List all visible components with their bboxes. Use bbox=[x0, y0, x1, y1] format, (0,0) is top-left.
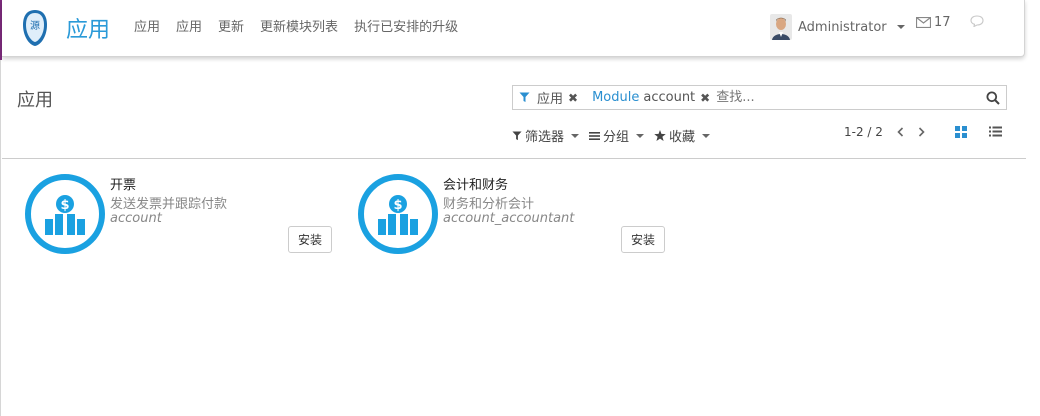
control-panel-divider bbox=[2, 158, 1026, 159]
search-facet-apps[interactable]: 应用 ✖ bbox=[513, 86, 582, 109]
facet-value: 应用 bbox=[537, 92, 564, 107]
svg-text:$: $ bbox=[393, 198, 402, 213]
remove-facet-icon[interactable]: ✖ bbox=[568, 91, 578, 105]
groupby-dropdown[interactable]: 分组 bbox=[589, 126, 645, 145]
favorites-dropdown[interactable]: 收藏 bbox=[654, 126, 711, 145]
menu-item-apply-scheduled-upgrades[interactable]: 执行已安排的升级 bbox=[354, 16, 458, 35]
top-navbar: 源 应用 应用 应用 更新 更新模块列表 执行已安排的升级 Administra… bbox=[2, 0, 1025, 57]
search-bar[interactable]: 应用 ✖ Module account ✖ bbox=[512, 85, 1007, 110]
star-icon bbox=[654, 130, 666, 141]
search-icon[interactable] bbox=[986, 91, 1000, 105]
svg-text:$: $ bbox=[60, 198, 69, 213]
filters-dropdown[interactable]: 筛选器 bbox=[512, 126, 580, 145]
install-button[interactable]: 安装 bbox=[288, 226, 332, 253]
app-summary: 财务和分析会计 bbox=[443, 197, 535, 212]
user-name: Administrator bbox=[798, 19, 887, 35]
kanban-view-icon[interactable] bbox=[955, 126, 967, 138]
user-menu[interactable]: Administrator bbox=[770, 14, 905, 40]
filter-icon bbox=[519, 92, 530, 102]
search-input[interactable] bbox=[714, 87, 959, 108]
pager: 1-2 / 2 bbox=[844, 125, 925, 139]
facet-value: account bbox=[643, 90, 696, 105]
remove-facet-icon[interactable]: ✖ bbox=[700, 91, 710, 105]
left-border bbox=[0, 60, 1, 416]
favorites-label: 收藏 bbox=[669, 130, 696, 145]
avatar bbox=[770, 14, 792, 40]
groupby-label: 分组 bbox=[603, 130, 630, 145]
top-menu: 应用 应用 更新 更新模块列表 执行已安排的升级 bbox=[134, 16, 458, 35]
list-view-icon[interactable] bbox=[989, 126, 1002, 137]
chevron-down-icon bbox=[636, 133, 645, 138]
chevron-left-icon[interactable] bbox=[897, 127, 904, 137]
install-button[interactable]: 安装 bbox=[621, 226, 665, 253]
app-name: 会计和财务 bbox=[443, 178, 509, 193]
company-logo-icon[interactable]: 源 bbox=[22, 9, 48, 47]
search-options: 筛选器 分组 收藏 bbox=[512, 126, 711, 145]
svg-text:源: 源 bbox=[30, 19, 40, 32]
list-icon bbox=[589, 131, 601, 140]
chevron-down-icon bbox=[571, 133, 580, 138]
chevron-down-icon bbox=[896, 25, 905, 29]
menu-item-apps[interactable]: 应用 bbox=[134, 16, 160, 35]
app-technical-name: account_accountant bbox=[443, 211, 575, 226]
menu-item-apps-2[interactable]: 应用 bbox=[176, 16, 202, 35]
accounting-app-icon: $ bbox=[358, 174, 438, 254]
search-facet-module[interactable]: Module account ✖ bbox=[582, 86, 714, 109]
invoicing-app-icon: $ bbox=[25, 174, 105, 254]
app-technical-name: account bbox=[110, 211, 162, 226]
app-card-invoicing[interactable]: $ 开票 发送发票并跟踪付款 account 安装 bbox=[25, 172, 345, 262]
app-summary: 发送发票并跟踪付款 bbox=[110, 197, 228, 212]
filter-icon bbox=[512, 130, 522, 140]
menu-item-updates[interactable]: 更新 bbox=[218, 16, 244, 35]
filters-label: 筛选器 bbox=[525, 130, 565, 145]
app-card-accounting[interactable]: $ 会计和财务 财务和分析会计 account_accountant 安装 bbox=[358, 172, 678, 262]
envelope-icon bbox=[916, 17, 931, 28]
chevron-down-icon bbox=[702, 133, 711, 138]
app-name: 开票 bbox=[110, 178, 137, 193]
chat-icon[interactable] bbox=[970, 15, 984, 27]
messages-button[interactable]: 17 bbox=[916, 15, 951, 30]
page-title: 应用 bbox=[17, 90, 53, 111]
chevron-right-icon[interactable] bbox=[918, 127, 925, 137]
facet-name: Module bbox=[592, 90, 640, 105]
view-switcher bbox=[955, 126, 1002, 138]
menu-item-update-module-list[interactable]: 更新模块列表 bbox=[260, 16, 338, 35]
message-count: 17 bbox=[934, 15, 951, 30]
app-title[interactable]: 应用 bbox=[66, 12, 110, 44]
pager-value[interactable]: 1-2 / 2 bbox=[844, 125, 883, 139]
